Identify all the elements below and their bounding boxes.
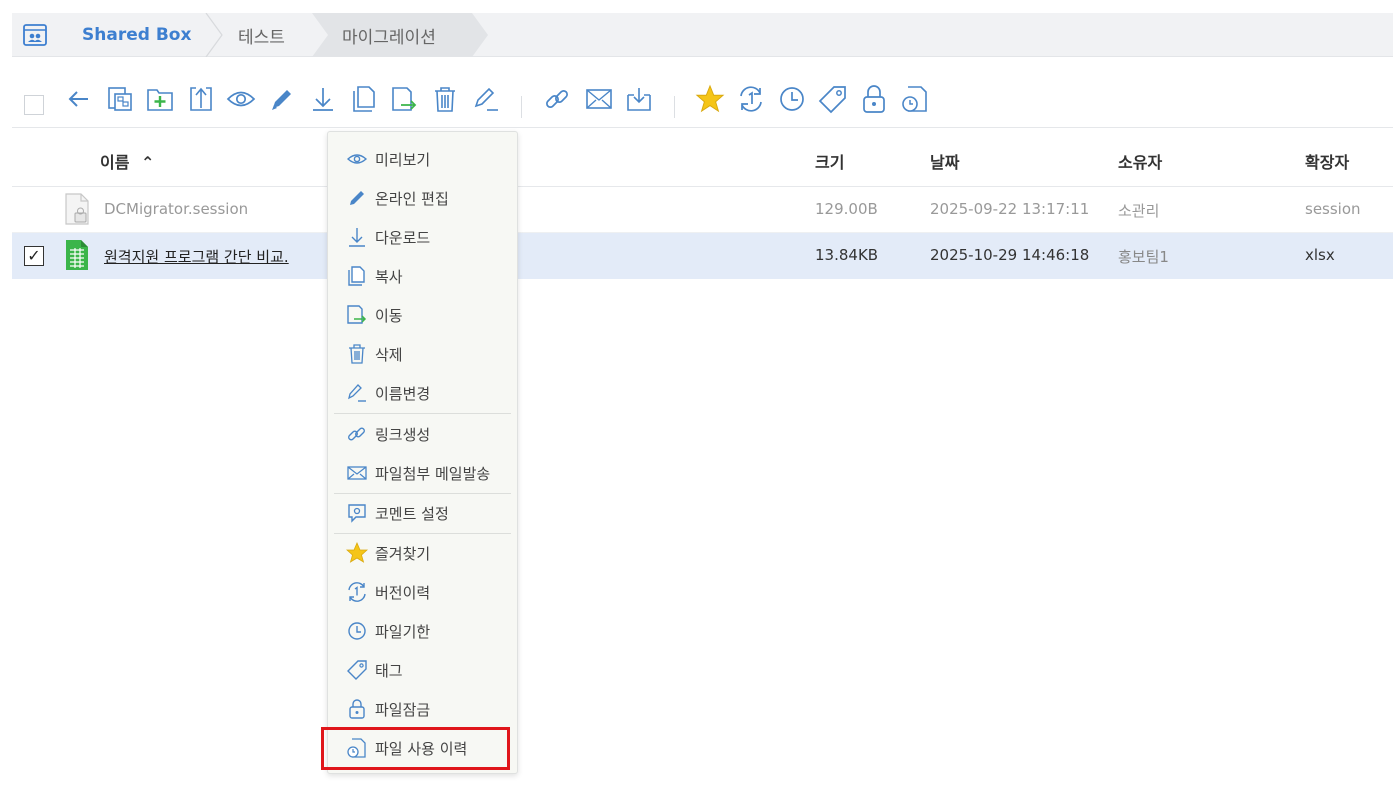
copy-icon[interactable] xyxy=(349,84,379,114)
rename-icon xyxy=(346,382,368,404)
breadcrumb-separator xyxy=(204,13,224,57)
preview-eye-icon[interactable] xyxy=(226,84,256,114)
menu-item-file-usage-history[interactable]: 파일 사용 이력 xyxy=(328,729,517,767)
menu-separator xyxy=(334,413,511,414)
menu-item-rename[interactable]: 이름변경 xyxy=(328,374,517,412)
tag-icon[interactable] xyxy=(818,84,848,114)
copy-icon xyxy=(346,265,368,287)
star-icon xyxy=(346,542,368,564)
column-name[interactable]: 이름 ⌃ xyxy=(100,149,154,173)
inbox-icon[interactable] xyxy=(624,84,654,114)
comment-icon xyxy=(346,502,368,524)
menu-item-move[interactable]: 이동 xyxy=(328,296,517,334)
download-icon xyxy=(346,226,368,248)
file-name[interactable]: DCMigrator.session xyxy=(104,200,248,218)
file-owner: 소관리 xyxy=(1118,202,1160,220)
menu-item-create-link[interactable]: 링크생성 xyxy=(328,415,517,453)
menu-item-file-expiry[interactable]: 파일기한 xyxy=(328,612,517,650)
file-date: 2025-10-29 14:46:18 xyxy=(930,246,1090,264)
breadcrumb-item-migration[interactable]: 마이그레이션 xyxy=(342,13,436,57)
trash-icon xyxy=(346,343,368,365)
select-all-checkbox[interactable] xyxy=(24,95,44,115)
clock-icon xyxy=(346,620,368,642)
table-row[interactable]: DCMigrator.session 129.00B 2025-09-22 13… xyxy=(12,187,1393,233)
breadcrumb-item-test[interactable]: 테스트 xyxy=(238,13,285,57)
version-icon xyxy=(346,581,368,603)
file-size: 13.84KB xyxy=(815,246,879,264)
breadcrumb: Shared Box 테스트 마이그레이션 xyxy=(12,13,1393,57)
upload-icon[interactable] xyxy=(186,84,216,114)
menu-item-download[interactable]: 다운로드 xyxy=(328,218,517,256)
version-history-icon[interactable] xyxy=(736,84,766,114)
file-owner: 홍보팀1 xyxy=(1118,248,1169,266)
menu-item-version-history[interactable]: 버전이력 xyxy=(328,573,517,611)
table-row[interactable]: ✓ 원격지원 프로그램 간단 비교. 13.84KB 2025-10-29 14… xyxy=(12,233,1393,279)
lock-icon[interactable] xyxy=(859,84,889,114)
file-extension: session xyxy=(1305,200,1361,218)
rename-icon[interactable] xyxy=(471,84,501,114)
file-name[interactable]: 원격지원 프로그램 간단 비교. xyxy=(104,246,289,267)
menu-item-comment-settings[interactable]: 코멘트 설정 xyxy=(328,494,517,532)
back-arrow-icon[interactable] xyxy=(64,84,94,114)
edit-pencil-icon[interactable] xyxy=(267,84,297,114)
column-owner[interactable]: 소유자 xyxy=(1118,149,1162,173)
row-checkbox[interactable]: ✓ xyxy=(24,246,44,266)
link-icon[interactable] xyxy=(542,84,572,114)
menu-item-copy[interactable]: 복사 xyxy=(328,257,517,295)
toolbar-separator xyxy=(674,96,675,118)
file-size: 129.00B xyxy=(815,200,878,218)
menu-item-file-lock[interactable]: 파일잠금 xyxy=(328,690,517,728)
menu-item-preview[interactable]: 미리보기 xyxy=(328,140,517,178)
breadcrumb-root[interactable]: Shared Box xyxy=(82,13,191,57)
column-date[interactable]: 날짜 xyxy=(930,149,959,173)
toolbar-separator xyxy=(521,96,522,118)
toolbar xyxy=(12,72,1393,128)
sort-ascending-icon[interactable]: ⌃ xyxy=(141,153,154,172)
link-icon xyxy=(346,423,368,445)
clock-icon[interactable] xyxy=(777,84,807,114)
column-extension[interactable]: 확장자 xyxy=(1305,149,1349,173)
column-size[interactable]: 크기 xyxy=(815,149,844,173)
new-folder-icon[interactable] xyxy=(145,84,175,114)
eye-icon xyxy=(346,148,368,170)
mail-icon[interactable] xyxy=(584,84,614,114)
file-history-icon xyxy=(346,737,368,759)
context-menu: 미리보기 온라인 편집 다운로드 복사 이동 삭제 이름변경 링크생성 파일첨부… xyxy=(327,131,518,774)
spreadsheet-file-icon xyxy=(64,239,90,271)
download-icon[interactable] xyxy=(308,84,338,114)
shared-box-home-icon[interactable] xyxy=(22,22,48,48)
menu-item-tag[interactable]: 태그 xyxy=(328,651,517,689)
tag-icon xyxy=(346,659,368,681)
star-icon[interactable] xyxy=(695,84,725,114)
menu-item-delete[interactable]: 삭제 xyxy=(328,335,517,373)
copy-structure-icon[interactable] xyxy=(105,84,135,114)
table-header: 이름 ⌃ 크기 날짜 소유자 확장자 xyxy=(12,130,1393,187)
pencil-icon xyxy=(346,187,368,209)
menu-item-online-edit[interactable]: 온라인 편집 xyxy=(328,179,517,217)
trash-icon[interactable] xyxy=(430,84,460,114)
lock-icon xyxy=(346,698,368,720)
file-extension: xlsx xyxy=(1305,246,1335,264)
mail-icon xyxy=(346,462,368,484)
session-file-icon xyxy=(64,193,90,225)
move-icon[interactable] xyxy=(389,84,419,114)
menu-item-mail-attachment[interactable]: 파일첨부 메일발송 xyxy=(328,454,517,492)
move-icon xyxy=(346,304,368,326)
menu-item-favorites[interactable]: 즐겨찾기 xyxy=(328,534,517,572)
file-date: 2025-09-22 13:17:11 xyxy=(930,200,1090,218)
file-history-icon[interactable] xyxy=(900,84,930,114)
